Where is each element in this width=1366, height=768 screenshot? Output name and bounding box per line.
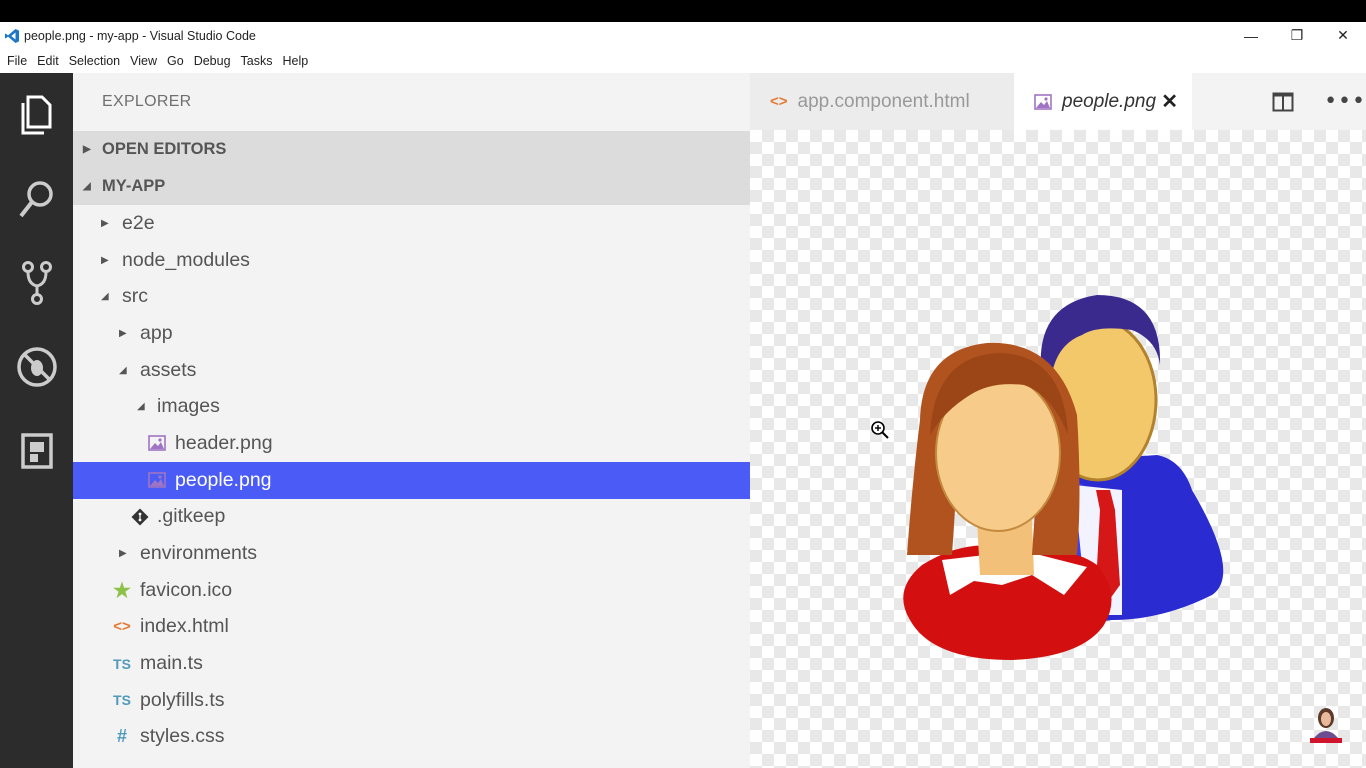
tree-item-styles-css[interactable]: # styles.css [73,719,750,756]
tree-item-main-ts[interactable]: TS main.ts [73,645,750,682]
tree-item-label: favicon.ico [140,578,233,601]
restore-button[interactable]: ❐ [1274,22,1320,49]
tree-item-e2e[interactable]: ▶ e2e [73,205,750,242]
tree-item-label: node_modules [122,248,250,271]
tree-item-assets[interactable]: ◢ assets [73,352,750,389]
tree-item-label: styles.css [140,725,225,748]
tree-item-app[interactable]: ▶ app [73,315,750,352]
extensions-icon[interactable] [0,409,73,493]
chevron-right-icon: ▶ [119,548,127,560]
source-control-icon[interactable] [0,241,73,325]
minimize-button[interactable]: — [1228,22,1274,49]
debug-icon[interactable] [0,325,73,409]
tree-item-people-png[interactable]: people.png [73,461,750,499]
chevron-right-icon: ▶ [119,327,127,339]
chevron-down-icon: ◢ [101,291,109,303]
channel-avatar-watermark [1310,708,1342,743]
menu-go[interactable]: Go [167,54,184,68]
menu-selection[interactable]: Selection [69,54,120,68]
editor-area: <> app.component.html people.png ✕ ••• [750,73,1366,768]
css-file-icon: # [116,726,127,747]
tab-people-png[interactable]: people.png ✕ [1014,73,1192,130]
typescript-file-icon: TS [113,655,131,672]
tree-item-header-png[interactable]: header.png [73,425,750,462]
tree-item-label: e2e [122,211,155,234]
open-editors-section[interactable]: ▶ OPEN EDITORS [73,131,750,168]
tab-app-component-html[interactable]: <> app.component.html [750,73,1014,130]
chevron-right-icon: ▶ [101,217,109,229]
tab-label: app.component.html [797,90,970,112]
menu-bar: File Edit Selection View Go Debug Tasks … [0,49,1366,73]
chevron-down-icon: ◢ [119,364,127,376]
people-image [903,295,1224,660]
chevron-right-icon: ▶ [83,144,91,155]
tree-item-index-html[interactable]: <> index.html [73,609,750,646]
chevron-right-icon: ▶ [101,254,109,266]
vscode-logo-icon [3,27,21,45]
menu-view[interactable]: View [130,54,157,68]
close-tab-icon[interactable]: ✕ [1161,89,1178,114]
split-editor-icon[interactable] [1272,92,1294,112]
title-bar: people.png - my-app - Visual Studio Code… [0,22,1366,49]
image-file-icon [1034,93,1052,110]
menu-edit[interactable]: Edit [37,54,59,68]
tree-item-label: src [122,285,148,308]
html-file-icon: <> [770,93,788,110]
git-file-icon [129,506,151,528]
menu-help[interactable]: Help [283,54,309,68]
tree-item-src[interactable]: ◢ src [73,278,750,315]
explorer-sidebar: EXPLORER ▶ OPEN EDITORS ◢ MY-APP ▶ e2e ▶… [73,73,750,768]
close-window-button[interactable]: ✕ [1320,22,1366,49]
files-icon[interactable] [0,73,73,157]
tree-item-label: images [157,395,220,418]
tree-item-label: header.png [175,431,273,454]
screen-top-strip [0,0,1366,22]
html-file-icon: <> [113,618,131,636]
tree-item-label: people.png [175,468,272,491]
typescript-file-icon: TS [113,692,131,709]
editor-tabs: <> app.component.html people.png ✕ ••• [750,73,1366,130]
tree-item-polyfills-ts[interactable]: TS polyfills.ts [73,682,750,719]
menu-debug[interactable]: Debug [194,54,231,68]
tree-item-environments[interactable]: ▶ environments [73,535,750,572]
tree-item-node-modules[interactable]: ▶ node_modules [73,242,750,279]
chevron-down-icon: ◢ [83,181,91,192]
window-title: people.png - my-app - Visual Studio Code [24,28,256,43]
my-app-label: MY-APP [102,177,166,195]
tree-item-label: main.ts [140,652,203,675]
tree-item-label: environments [140,542,258,565]
tree-item-label: .gitkeep [157,505,226,528]
tree-item-label: assets [140,358,197,381]
zoom-cursor-icon [871,421,889,439]
tree-item-label: index.html [140,615,229,638]
tree-item-label: polyfills.ts [140,688,225,711]
my-app-section[interactable]: ◢ MY-APP [73,168,750,205]
tree-item-images[interactable]: ◢ images [73,388,750,425]
image-file-icon [146,469,168,491]
tree-item-favicon[interactable]: ★ favicon.ico [73,572,750,609]
tree-item-label: app [140,321,173,344]
activity-bar [0,73,73,768]
search-icon[interactable] [0,157,73,241]
tree-item-gitkeep[interactable]: .gitkeep [73,499,750,536]
explorer-title: EXPLORER [102,93,192,110]
star-icon: ★ [113,579,131,602]
chevron-down-icon: ◢ [137,401,145,413]
image-preview [750,130,1366,768]
menu-tasks[interactable]: Tasks [241,54,273,68]
tab-label: people.png [1062,90,1157,112]
more-actions-icon[interactable]: ••• [1324,89,1366,114]
menu-file[interactable]: File [7,54,27,68]
open-editors-label: OPEN EDITORS [102,140,227,158]
image-file-icon [146,432,168,454]
